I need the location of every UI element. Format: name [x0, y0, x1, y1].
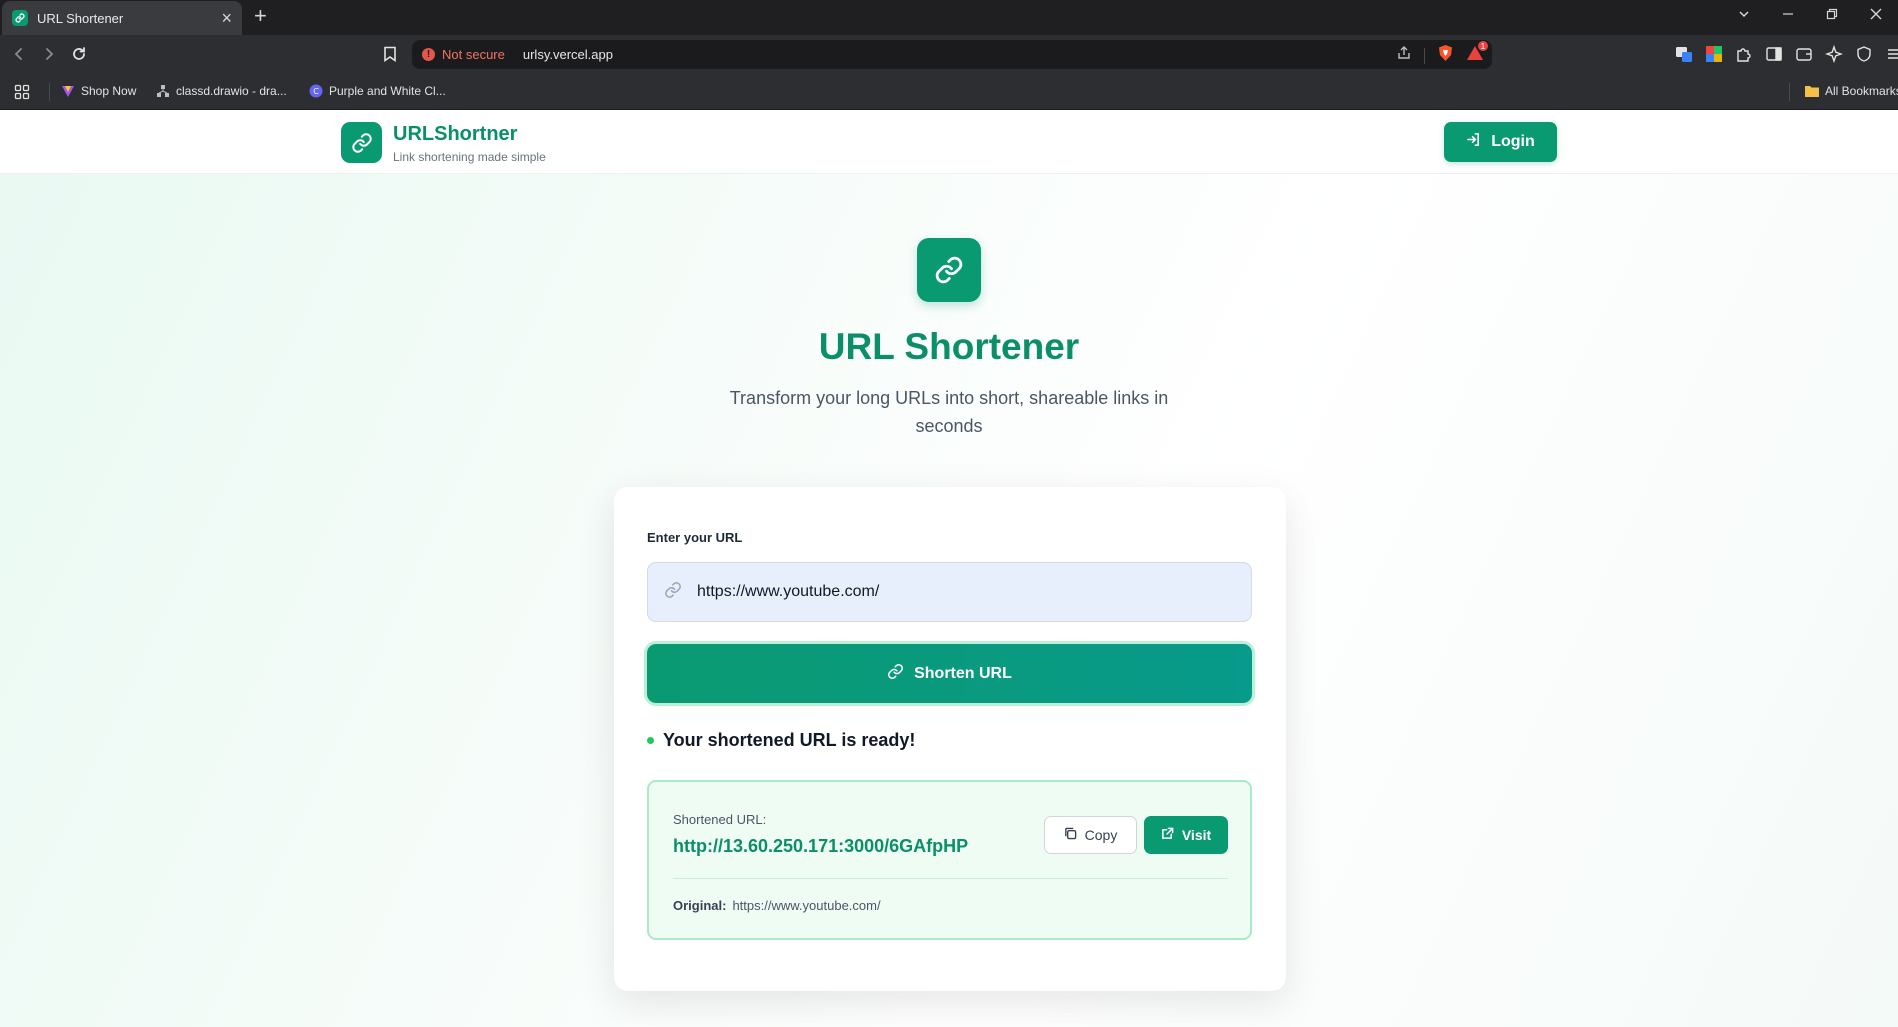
all-bookmarks-label: All Bookmarks: [1825, 84, 1898, 98]
security-label[interactable]: Not secure: [442, 47, 505, 62]
menu-icon[interactable]: [1884, 44, 1898, 64]
result-heading: Your shortened URL is ready!: [647, 730, 915, 751]
url-input-container[interactable]: [647, 562, 1252, 622]
minimize-icon[interactable]: [1766, 7, 1810, 23]
visit-button[interactable]: Visit: [1144, 816, 1228, 854]
url-field-label: Enter your URL: [647, 530, 743, 545]
bookmark-label: Shop Now: [81, 84, 137, 98]
apps-grid-icon[interactable]: [14, 84, 30, 100]
shorten-link-icon: [887, 663, 904, 685]
result-heading-text: Your shortened URL is ready!: [663, 730, 916, 750]
brave-shields-icon[interactable]: [1437, 44, 1454, 67]
sidebar-icon[interactable]: [1764, 44, 1784, 64]
browser-toolbar: ! Not secure urlsy.vercel.app 1: [0, 35, 1898, 74]
extensions-puzzle-icon[interactable]: [1734, 44, 1754, 64]
folder-icon: [1805, 84, 1819, 98]
extension-icons: [1674, 44, 1898, 64]
forward-icon[interactable]: [38, 43, 60, 65]
tab-close-icon[interactable]: ×: [221, 9, 232, 27]
copy-button[interactable]: Copy: [1044, 816, 1137, 854]
login-label: Login: [1491, 133, 1535, 150]
brave-rewards-icon[interactable]: 1: [1466, 40, 1489, 66]
tab-title: URL Shortener: [37, 10, 124, 26]
external-link-icon: [1161, 827, 1174, 843]
address-bar-actions: 1: [1396, 40, 1489, 67]
shortened-url-link[interactable]: http://13.60.250.171:3000/6GAfpHP: [673, 836, 968, 857]
copy-icon: [1064, 827, 1077, 843]
app-header: URLShortner Link shortening made simple …: [0, 110, 1898, 174]
wallet-icon[interactable]: [1794, 44, 1814, 64]
address-bar[interactable]: ! Not secure urlsy.vercel.app 1: [412, 40, 1492, 69]
page: URLShortner Link shortening made simple …: [0, 110, 1898, 1027]
browser-tab[interactable]: URL Shortener ×: [2, 1, 242, 35]
original-url-row: Original: https://www.youtube.com/: [673, 898, 881, 913]
bookmark-drawio[interactable]: classd.drawio - dra...: [156, 84, 287, 98]
notification-count: 1: [1477, 40, 1489, 52]
bookmarks-bar: Shop Now classd.drawio - dra... C Purple…: [0, 74, 1898, 110]
tab-favicon-icon: [12, 10, 28, 26]
shortened-url-label: Shortened URL:: [673, 812, 767, 827]
browser-tabstrip: URL Shortener × +: [0, 0, 1898, 35]
copy-label: Copy: [1084, 827, 1118, 843]
reload-icon[interactable]: [68, 43, 90, 65]
bookmark-shop-now[interactable]: Shop Now: [61, 84, 136, 98]
svg-text:C: C: [313, 87, 319, 96]
canva-favicon-icon: C: [309, 84, 323, 98]
original-url: https://www.youtube.com/: [732, 898, 881, 913]
all-bookmarks[interactable]: All Bookmarks: [1805, 84, 1898, 98]
bookmarks-divider: [49, 83, 50, 101]
shop-favicon-icon: [61, 84, 75, 98]
result-divider: [673, 878, 1228, 879]
bookmark-page-icon[interactable]: [379, 43, 401, 65]
brand-tagline: Link shortening made simple: [393, 150, 546, 164]
bookmark-purple-white[interactable]: C Purple and White Cl...: [309, 84, 446, 98]
shorten-url-label: Shorten URL: [914, 664, 1012, 682]
drawio-favicon-icon: [156, 84, 170, 98]
address-divider: [1424, 47, 1425, 64]
not-secure-icon: !: [422, 48, 435, 61]
bookmarks-divider: [1789, 83, 1790, 101]
new-tab-icon[interactable]: +: [254, 5, 267, 27]
window-controls: [1722, 0, 1898, 30]
leo-ai-icon[interactable]: [1824, 44, 1844, 64]
brand-name[interactable]: URLShortner: [393, 123, 517, 146]
shorten-card: Enter your URL Shorten URL Your shortene…: [614, 487, 1286, 991]
shorten-url-button[interactable]: Shorten URL: [647, 644, 1252, 703]
page-title: URL Shortener: [818, 326, 1080, 367]
translate-extension-icon[interactable]: [1674, 44, 1694, 64]
bookmark-label: Purple and White Cl...: [329, 84, 446, 98]
url-input[interactable]: [697, 583, 1237, 601]
success-dot: [647, 737, 654, 744]
login-icon: [1466, 132, 1481, 152]
original-label: Original:: [673, 898, 727, 913]
page-subtitle: Transform your long URLs into short, sha…: [729, 388, 1169, 436]
restore-icon[interactable]: [1810, 7, 1854, 23]
brand-logo-icon[interactable]: [341, 122, 382, 163]
hero-link-icon: [917, 238, 981, 302]
link-icon: [664, 581, 682, 604]
login-button[interactable]: Login: [1444, 122, 1557, 162]
color-extension-icon[interactable]: [1704, 44, 1724, 64]
bookmark-label: classd.drawio - dra...: [176, 84, 287, 98]
result-box: Shortened URL: http://13.60.250.171:3000…: [647, 780, 1252, 940]
visit-label: Visit: [1181, 827, 1212, 843]
tab-search-icon[interactable]: [1722, 7, 1766, 23]
url-text[interactable]: urlsy.vercel.app: [523, 47, 613, 62]
share-icon[interactable]: [1396, 45, 1412, 66]
close-window-icon[interactable]: [1854, 7, 1898, 23]
back-icon[interactable]: [8, 43, 30, 65]
vpn-shield-icon[interactable]: [1854, 44, 1874, 64]
